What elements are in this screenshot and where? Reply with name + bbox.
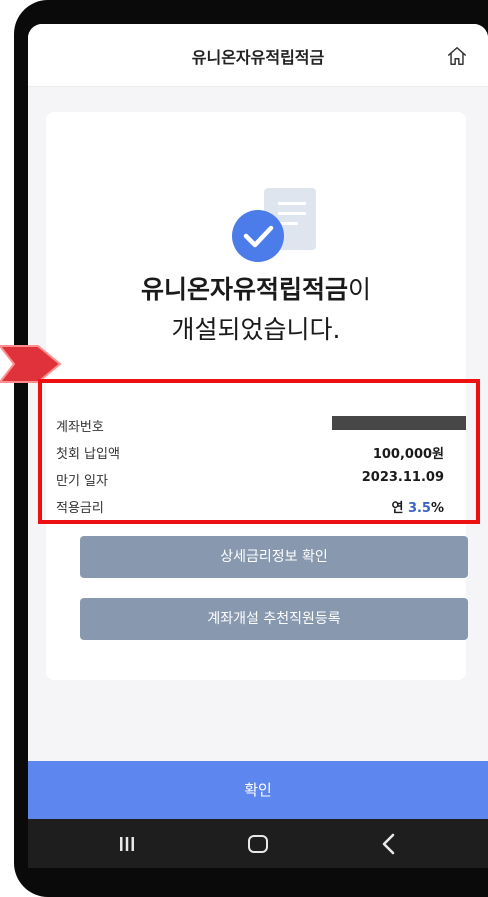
headline-line2: 개설되었습니다. <box>171 315 341 344</box>
home-icon[interactable] <box>446 45 468 67</box>
app-header: 유니온자유적립적금 <box>28 24 488 87</box>
register-staff-button[interactable]: 계좌개설 추천직원등록 <box>80 598 468 640</box>
confirm-button[interactable]: 확인 <box>28 761 488 819</box>
home-nav-icon[interactable] <box>245 831 271 857</box>
rate-detail-button[interactable]: 상세금리정보 확인 <box>80 536 468 578</box>
page-title: 유니온자유적립적금 <box>191 48 325 67</box>
product-name: 유니온자유적립적금 <box>140 275 348 304</box>
highlight-box-annotation <box>38 379 480 524</box>
back-icon[interactable] <box>376 831 402 857</box>
completion-message: 유니온자유적립적금이 개설되었습니다. <box>46 270 466 350</box>
check-document-icon <box>232 188 316 262</box>
recent-apps-icon[interactable] <box>114 831 140 857</box>
headline-suffix: 이 <box>348 275 372 304</box>
system-nav-bar <box>28 819 488 868</box>
